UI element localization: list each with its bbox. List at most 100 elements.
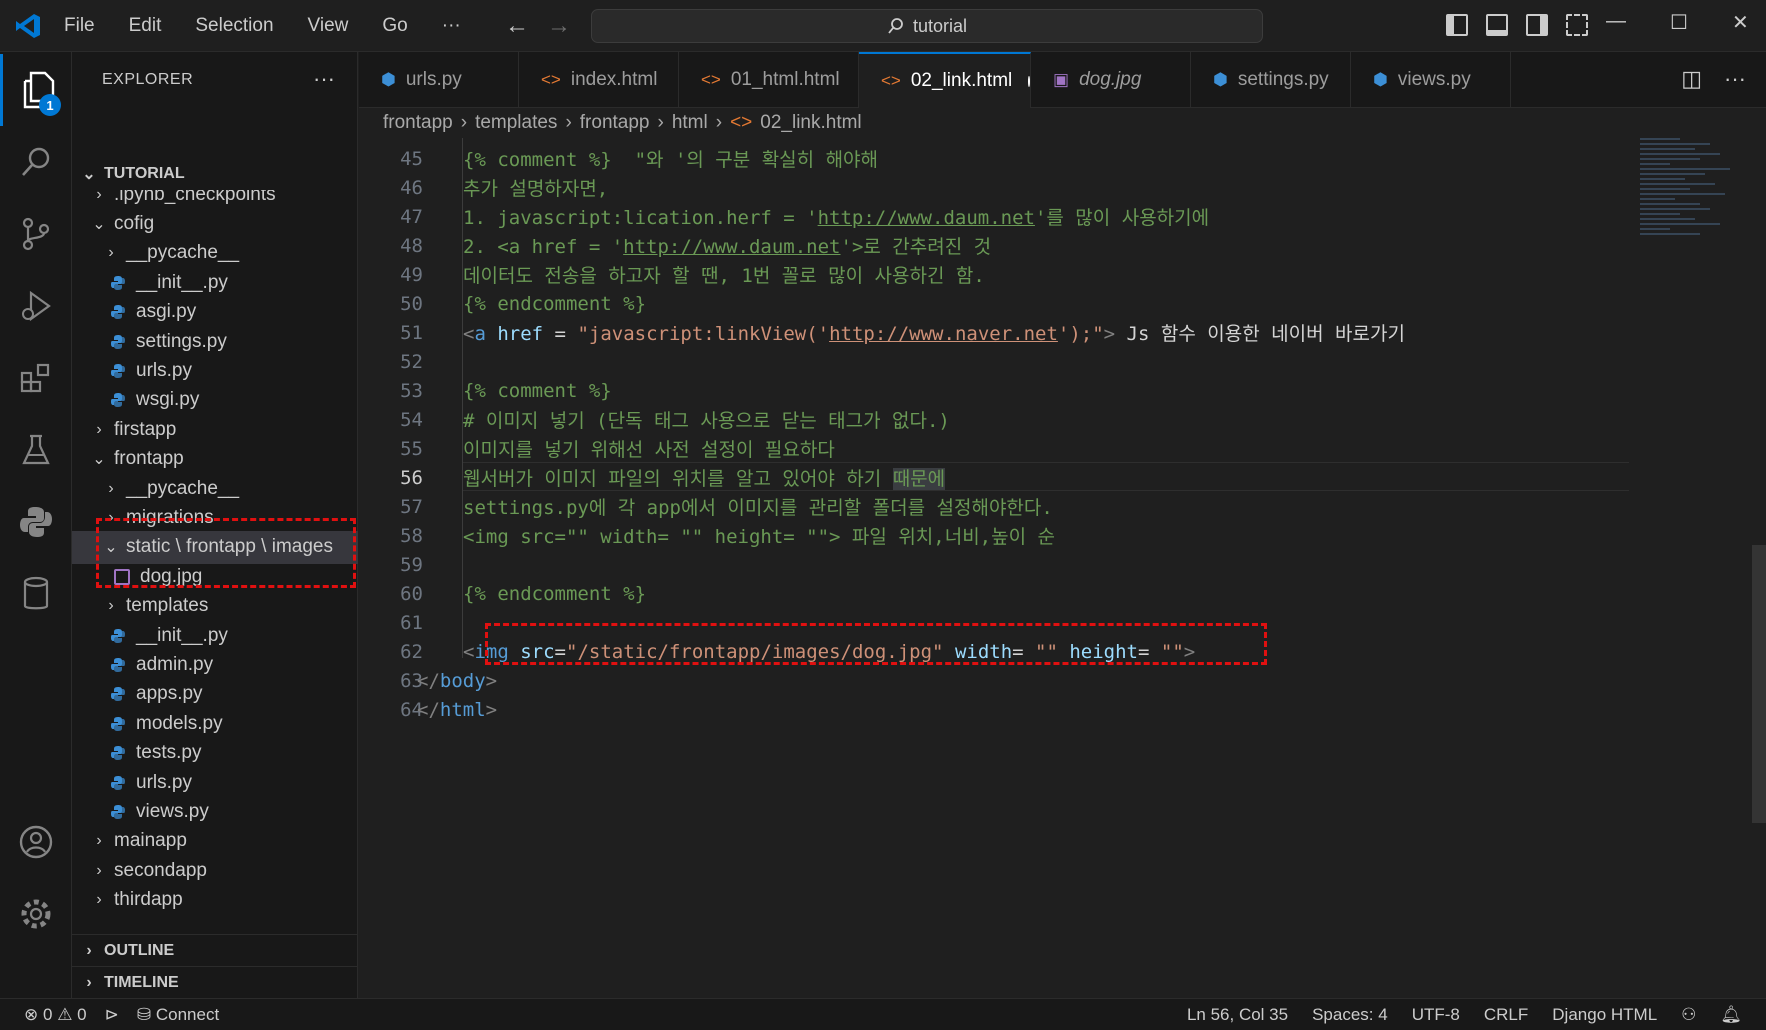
chevron-right-icon: › (86, 942, 92, 959)
file-item[interactable]: urls.py (72, 766, 358, 799)
folder-item[interactable]: ⌄ cofig (72, 207, 358, 240)
editor-tab[interactable]: <> 01_html.html (679, 52, 859, 108)
editor-tab[interactable]: <> 02_link.html (859, 52, 1031, 108)
file-item[interactable]: __init__.py (72, 619, 358, 652)
notifications-bell-icon[interactable]: 🔔︎ (1720, 1005, 1742, 1025)
code-link[interactable]: http://www.daum.net (818, 207, 1035, 229)
testing-flask-icon[interactable] (0, 414, 72, 486)
workspace-root-label: TUTORIAL (104, 165, 185, 182)
code-fragment: '>로 간추려진 것 (840, 236, 992, 258)
folder-item[interactable]: › __pycache__ (72, 237, 358, 270)
code-link[interactable]: http://www.naver.net (829, 323, 1058, 345)
editor-tab[interactable]: ⬢ views.py (1351, 52, 1511, 108)
file-item[interactable]: views.py (72, 795, 358, 828)
python-file-icon (110, 334, 126, 350)
editor-tab[interactable]: ⬢ urls.py (359, 52, 519, 108)
file-item[interactable]: models.py (72, 707, 358, 740)
menu-edit[interactable]: Edit (129, 15, 162, 37)
menu-more[interactable]: ··· (442, 15, 461, 37)
menu-file[interactable]: File (64, 15, 95, 37)
tree-item-label: firstapp (114, 418, 177, 440)
html-file-icon: <> (701, 70, 721, 89)
python-file-icon (110, 275, 126, 291)
breadcrumb-item[interactable]: 02_link.html (760, 112, 861, 134)
code-fragment: > (485, 698, 498, 721)
customize-layout-icon[interactable] (1566, 14, 1588, 36)
file-item[interactable]: tests.py (72, 737, 358, 770)
vertical-scrollbar[interactable] (1752, 545, 1766, 823)
folder-item[interactable]: › secondapp (72, 854, 358, 887)
outline-section[interactable]: › OUTLINE (72, 934, 358, 967)
minimize-icon[interactable]: — (1606, 10, 1626, 35)
file-item[interactable]: __init__.py (72, 266, 358, 299)
menu-go[interactable]: Go (382, 15, 407, 37)
toggle-primary-sidebar-icon[interactable] (1446, 14, 1468, 36)
python-file-icon (110, 392, 126, 408)
problems-indicator[interactable]: ⊗ 0 ⚠ 0 (24, 1005, 87, 1025)
python-icon[interactable] (0, 486, 72, 558)
warning-count: 0 (77, 1004, 87, 1024)
database-icon[interactable] (0, 558, 72, 630)
python-file-icon (110, 686, 126, 702)
python-file-icon (110, 745, 126, 761)
chevron-right-icon: › (96, 891, 102, 909)
line-ending[interactable]: CRLF (1484, 1005, 1528, 1025)
breadcrumb-item[interactable]: html (672, 112, 708, 134)
language-mode[interactable]: Django HTML (1552, 1005, 1657, 1025)
file-item[interactable]: urls.py (72, 354, 358, 387)
account-icon[interactable] (0, 806, 72, 878)
more-actions-icon[interactable]: ··· (1724, 66, 1746, 92)
line-number: 62 (400, 640, 423, 663)
timeline-section[interactable]: › TIMELINE (72, 966, 358, 999)
line-number: 48 (400, 234, 423, 257)
code-link[interactable]: http://www.daum.net (623, 236, 840, 258)
maximize-icon[interactable]: ☐ (1670, 10, 1688, 35)
folder-item[interactable]: › firstapp (72, 413, 358, 446)
folder-item[interactable]: › __pycache__ (72, 472, 358, 505)
folder-item[interactable]: › templates (72, 590, 358, 623)
encoding[interactable]: UTF-8 (1412, 1005, 1460, 1025)
file-item[interactable]: asgi.py (72, 296, 358, 329)
file-item[interactable]: apps.py (72, 678, 358, 711)
minimap[interactable] (1640, 138, 1750, 298)
workspace-root[interactable]: ⌄ TUTORIAL (72, 158, 358, 190)
split-editor-icon[interactable]: ◫ (1681, 66, 1702, 92)
settings-gear-icon[interactable] (0, 878, 72, 950)
folder-item[interactable]: ⌄ frontapp (72, 443, 358, 476)
unsaved-dot-icon[interactable] (1028, 75, 1030, 87)
menu-selection[interactable]: Selection (195, 15, 273, 37)
breadcrumb-item[interactable]: frontapp (383, 112, 453, 134)
toggle-panel-icon[interactable] (1486, 14, 1508, 36)
line-number: 63 (400, 669, 423, 692)
editor-tab[interactable]: ⬢ settings.py (1191, 52, 1351, 108)
explorer-icon[interactable]: 1 (0, 54, 72, 126)
search-activity-icon[interactable] (0, 126, 72, 198)
file-item[interactable]: wsgi.py (72, 384, 358, 417)
explorer-more-actions[interactable]: ··· (313, 66, 335, 92)
back-arrow-icon[interactable]: ← (505, 12, 529, 40)
source-control-icon[interactable] (0, 198, 72, 270)
indentation[interactable]: Spaces: 4 (1312, 1005, 1388, 1025)
folder-item[interactable]: › thirdapp (72, 884, 358, 917)
close-icon[interactable]: ✕ (1732, 10, 1749, 35)
toggle-secondary-sidebar-icon[interactable] (1526, 14, 1548, 36)
code-editor[interactable]: 45 {% comment %} "와 '의 구분 확실히 해야해 46 추가 설명… (359, 138, 1766, 998)
forward-arrow-icon[interactable]: → (547, 12, 571, 40)
breadcrumb-item[interactable]: templates (475, 112, 557, 134)
feedback-icon[interactable]: ⚇ (1681, 1005, 1696, 1025)
file-item[interactable]: settings.py (72, 325, 358, 358)
menu-view[interactable]: View (308, 15, 349, 37)
debug-run-icon[interactable]: ⊳ (105, 1005, 119, 1025)
file-item[interactable]: admin.py (72, 648, 358, 681)
command-center-search[interactable]: tutorial (591, 9, 1263, 43)
run-debug-icon[interactable] (0, 270, 72, 342)
connect-status[interactable]: ⛁ Connect (137, 1005, 219, 1025)
tab-label: settings.py (1237, 69, 1329, 90)
breadcrumb: frontapp › templates › frontapp › html › <> … (383, 112, 862, 134)
cursor-position[interactable]: Ln 56, Col 35 (1187, 1005, 1288, 1025)
breadcrumb-item[interactable]: frontapp (580, 112, 650, 134)
editor-tab[interactable]: <> index.html (519, 52, 679, 108)
editor-tab[interactable]: ▣ dog.jpg (1031, 52, 1191, 108)
folder-item[interactable]: › mainapp (72, 825, 358, 858)
extensions-icon[interactable] (0, 342, 72, 414)
